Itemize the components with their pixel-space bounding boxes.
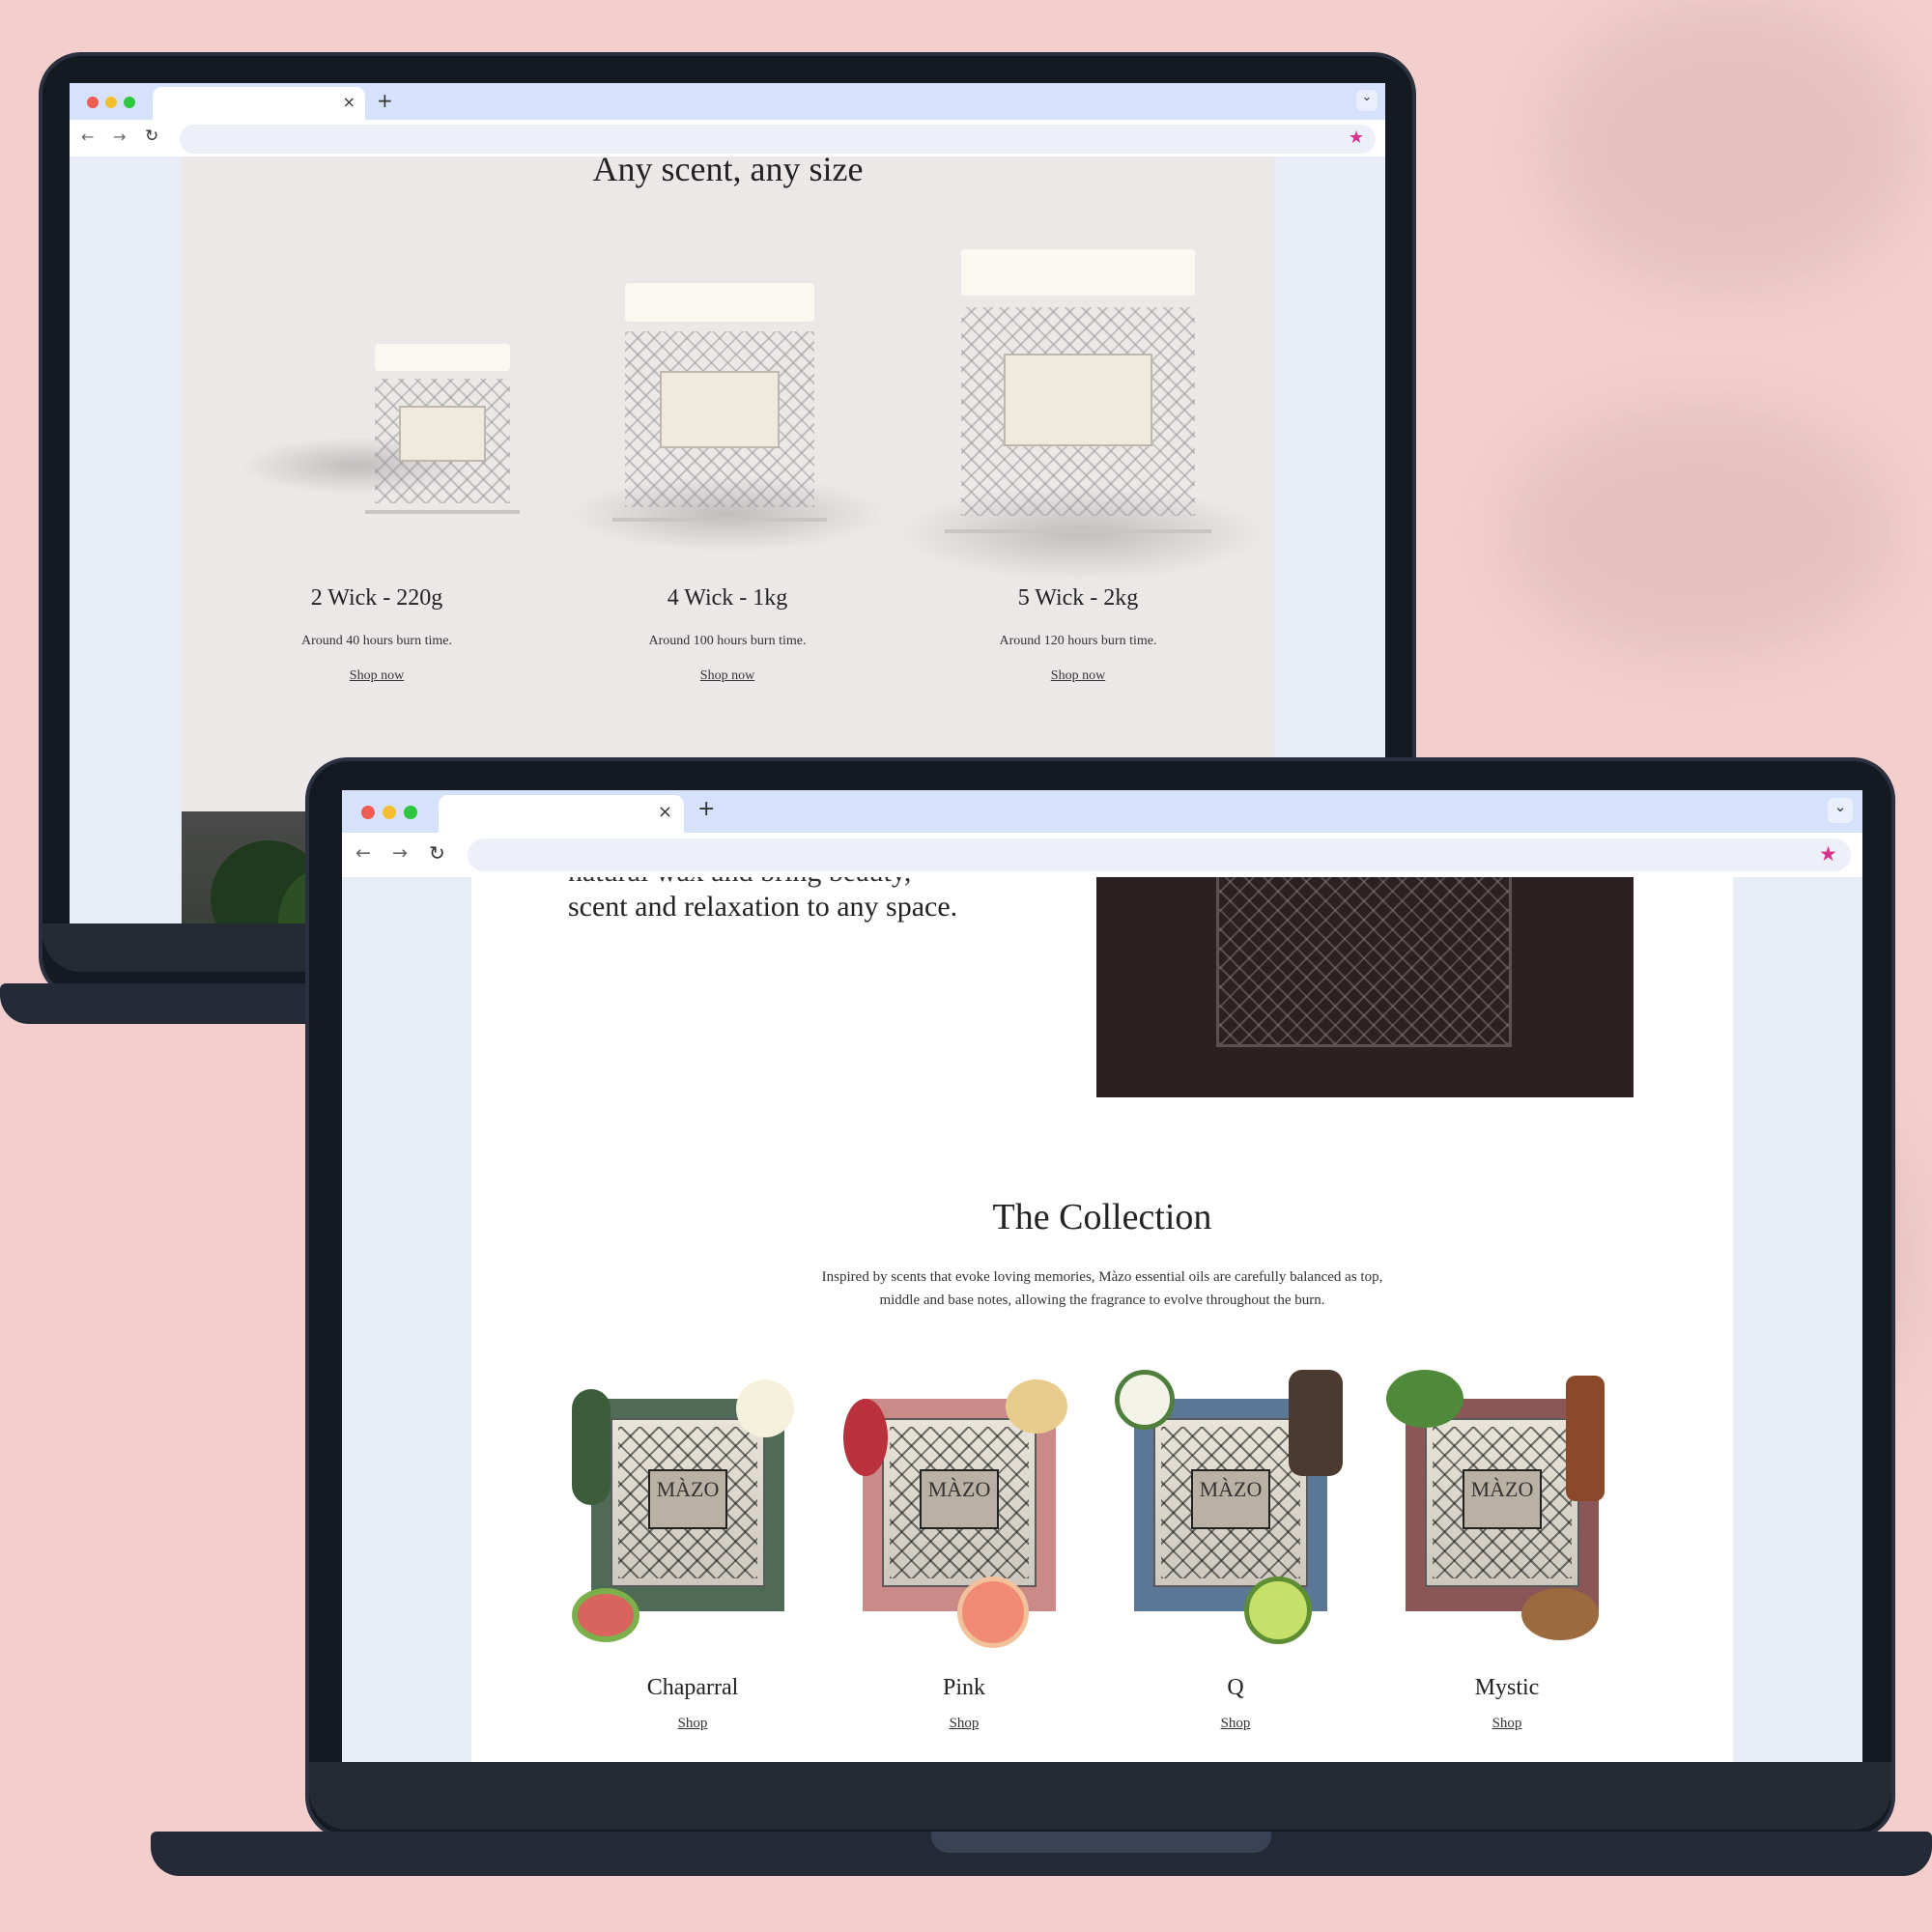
shop-link[interactable]: Shop [843,1716,1085,1732]
agarwood-icon [1289,1370,1343,1476]
collection-description-line-1: Inspired by scents that evoke loving mem… [821,1269,1383,1285]
candle-dark-photo [1096,877,1634,1097]
grapefruit-icon [957,1577,1029,1648]
tab-close-icon[interactable]: × [658,802,672,822]
collection-item-name: Pink [942,1675,985,1700]
front-page: natural wax and bring beauty, scent and … [471,877,1733,1762]
collection-item-q[interactable]: MÀZO [1115,1341,1356,1660]
collection-item-pink[interactable]: MÀZO [843,1341,1085,1660]
collection-item-mystic[interactable]: MÀZO [1386,1341,1628,1660]
brand-label: MÀZO [1191,1469,1270,1529]
tab-menu-chevron-icon[interactable]: ⌄ [1356,90,1378,111]
bookmark-star-icon[interactable]: ★ [1349,128,1364,148]
shop-now-link[interactable]: Shop now [933,668,1223,684]
front-screen: × + ⌄ ← → ↻ ★ natural wax and bring beau… [342,790,1862,1762]
nav-bar: ← → ↻ ★ [342,833,1862,877]
collection-description-line-2: middle and base notes, allowing the frag… [879,1293,1325,1308]
bookmark-star-icon[interactable]: ★ [1819,842,1837,866]
collection-item-name: Q [1227,1675,1244,1700]
jasmine-flower-icon [1115,1370,1175,1430]
shop-now-link[interactable]: Shop now [232,668,522,684]
frangipani-flower-icon [736,1379,794,1437]
leaf-shadow [1507,406,1893,657]
guava-fruit-icon [572,1588,639,1642]
tab-bar: × + ⌄ [70,83,1385,120]
nav-bar: ← → ↻ ★ [70,120,1385,156]
collection-item-chaparral[interactable]: MÀZO [572,1341,813,1660]
intro-text: scent and relaxation to any space. [568,891,958,923]
tab-menu-chevron-icon[interactable]: ⌄ [1828,798,1853,823]
collection-item-name: Chaparral [646,1675,739,1700]
close-window-dot[interactable] [361,806,375,819]
cinnamon-sticks-icon [1566,1376,1605,1501]
bergamot-lime-icon [1244,1577,1312,1644]
intro-text-partial: natural wax and bring beauty, [568,877,911,889]
maximize-window-dot[interactable] [124,97,135,108]
back-arrow-icon[interactable]: ← [81,128,94,146]
shop-link[interactable]: Shop [1115,1716,1356,1732]
new-tab-icon[interactable]: + [377,89,393,112]
product-name: 2 Wick - 220g [310,585,443,611]
ginger-icon [1006,1379,1067,1434]
address-bar[interactable]: ★ [180,125,1376,154]
minimize-window-dot[interactable] [105,97,117,108]
laptop-chin [309,1762,1891,1830]
brand-label: MÀZO [920,1469,999,1529]
forward-arrow-icon[interactable]: → [113,128,126,146]
pink-pepper-icon [843,1399,888,1476]
browser-tab[interactable]: × [153,87,365,120]
close-window-dot[interactable] [87,97,99,108]
candle-4-wick-image[interactable] [612,278,827,522]
laptop-base-notch [931,1832,1271,1853]
reload-icon[interactable]: ↻ [429,841,445,865]
minimize-window-dot[interactable] [383,806,396,819]
collection-item-name: Mystic [1474,1675,1540,1700]
product-desc: Around 120 hours burn time. [999,634,1157,648]
product-name: 4 Wick - 1kg [667,585,788,611]
section-heading: Any scent, any size [592,156,864,188]
forward-arrow-icon[interactable]: → [392,842,408,864]
address-bar[interactable]: ★ [468,838,1851,871]
product-desc: Around 40 hours burn time. [301,634,452,648]
browser-tab[interactable]: × [439,795,684,833]
tab-close-icon[interactable]: × [343,93,355,111]
shop-now-link[interactable]: Shop now [582,668,872,684]
candle-2-wick-image[interactable] [365,340,520,514]
brand-label: MÀZO [648,1469,727,1529]
reload-icon[interactable]: ↻ [145,127,158,146]
dried-fig-icon [1521,1588,1599,1640]
brand-label: MÀZO [1463,1469,1542,1529]
collection-title: The Collection [992,1197,1212,1237]
shop-link[interactable]: Shop [572,1716,813,1732]
product-name: 5 Wick - 2kg [1017,585,1139,611]
tab-bar: × + ⌄ [342,790,1862,833]
new-tab-icon[interactable]: + [697,797,715,821]
back-arrow-icon[interactable]: ← [355,842,371,864]
shop-link[interactable]: Shop [1386,1716,1628,1732]
product-desc: Around 100 hours burn time. [648,634,807,648]
maximize-window-dot[interactable] [404,806,417,819]
leaves-icon [1386,1370,1463,1428]
pine-sprig-icon [572,1389,611,1505]
leaf-shadow [1546,0,1913,290]
candle-5-wick-image[interactable] [945,243,1211,533]
